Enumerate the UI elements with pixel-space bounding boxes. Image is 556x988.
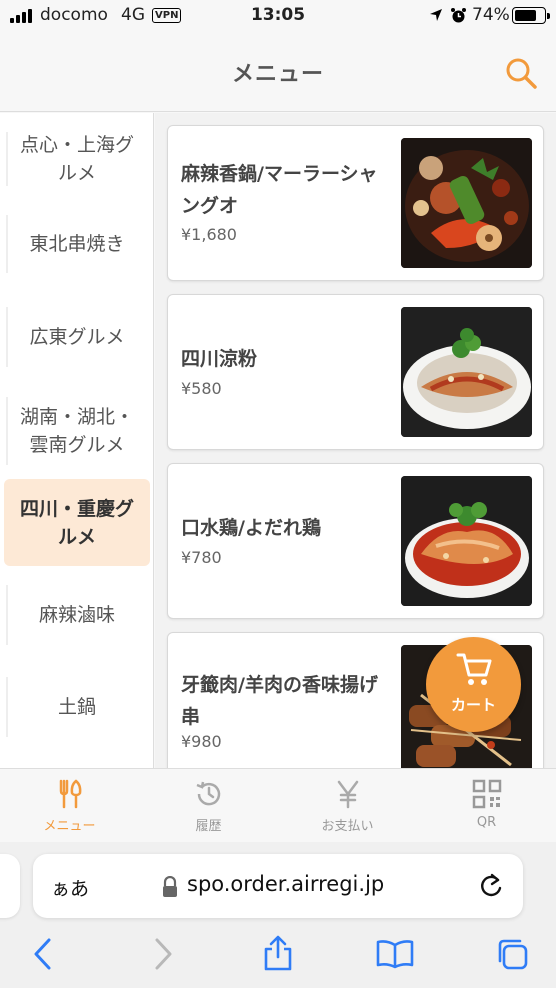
location-icon [428, 7, 444, 27]
item-price: ¥580 [181, 379, 222, 398]
search-icon[interactable] [504, 56, 538, 90]
previous-tab-preview[interactable] [0, 854, 20, 918]
url-text: spo.order.airregi.jp [187, 872, 385, 896]
menu-item-card[interactable]: 口水鶏/よだれ鶏 ¥780 [167, 463, 544, 619]
category-hunan-hubei-yunnan[interactable]: 湖南・湖北・雲南グルメ [4, 383, 150, 479]
category-sidebar: 点心・上海グルメ 東北串焼き 広東グルメ 湖南・湖北・雲南グルメ 四川・重慶グル… [0, 113, 154, 768]
item-price: ¥980 [181, 732, 222, 751]
item-photo-mala-xiangguo [401, 138, 532, 268]
tab-label: お支払い [321, 819, 374, 834]
tab-history[interactable]: 履歴 [139, 769, 278, 843]
qr-code-icon [472, 779, 502, 813]
yen-icon [333, 779, 363, 813]
item-price: ¥1,680 [181, 225, 237, 244]
tab-label: QR [476, 815, 497, 830]
item-photo-kousuiji [401, 476, 532, 606]
bottom-tab-bar: メニュー 履歴 お支払い QR [0, 768, 556, 842]
category-cantonese[interactable]: 広東グルメ [4, 293, 150, 381]
app-header: メニュー [0, 32, 556, 112]
bookmarks-icon[interactable] [376, 939, 414, 973]
category-mala-lu-wei[interactable]: 麻辣滷味 [4, 571, 150, 659]
item-price: ¥780 [181, 548, 222, 567]
tab-label: メニュー [43, 819, 96, 834]
category-dim-sum-shanghai[interactable]: 点心・上海グルメ [4, 118, 150, 200]
forward-icon[interactable] [152, 937, 174, 975]
browser-toolbar: ぁあ spo.order.airregi.jp [0, 842, 556, 988]
item-name: 麻辣香鍋/マーラーシャングオ [181, 163, 378, 217]
reload-icon[interactable] [478, 872, 504, 904]
cart-label: カート [450, 696, 496, 714]
tab-qr[interactable]: QR [417, 769, 556, 843]
history-icon [194, 779, 224, 813]
fork-knife-icon [55, 779, 85, 813]
alarm-icon [450, 7, 467, 28]
cart-button[interactable]: カート [426, 637, 521, 732]
page-title: メニュー [231, 62, 324, 87]
tab-label: 履歴 [195, 819, 222, 834]
category-sichuan-chongqing[interactable]: 四川・重慶グルメ [4, 479, 150, 566]
battery-percent: 74% [472, 5, 510, 25]
item-name: 牙籤肉/羊肉の香味揚げ串 [181, 674, 378, 728]
tabs-icon[interactable] [495, 937, 529, 975]
address-bar[interactable]: ぁあ spo.order.airregi.jp [33, 854, 523, 918]
item-name: 四川涼粉 [181, 348, 258, 370]
battery-icon [512, 7, 550, 24]
back-icon[interactable] [32, 937, 54, 975]
item-photo-sichuan-liangfen [401, 307, 532, 437]
cart-icon [456, 651, 492, 691]
status-bar: docomo 4G VPN 13:05 74% [0, 0, 556, 32]
menu-item-card[interactable]: 麻辣香鍋/マーラーシャングオ ¥1,680 [167, 125, 544, 281]
item-name: 口水鶏/よだれ鶏 [181, 517, 321, 539]
text-size-button[interactable]: ぁあ [51, 874, 89, 901]
category-tohoku-kushiyaki[interactable]: 東北串焼き [4, 201, 150, 287]
tab-menu[interactable]: メニュー [0, 769, 139, 843]
menu-item-card[interactable]: 四川涼粉 ¥580 [167, 294, 544, 450]
share-icon[interactable] [263, 935, 293, 975]
tab-payment[interactable]: お支払い [278, 769, 417, 843]
lock-icon [161, 875, 179, 902]
category-claypot[interactable]: 土鍋 [4, 663, 150, 751]
